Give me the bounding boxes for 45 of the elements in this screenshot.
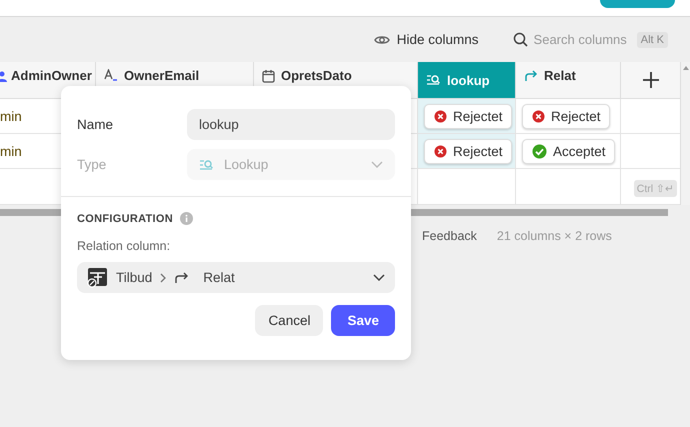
hide-columns-button[interactable]: Hide columns (368, 31, 485, 48)
user-icon (0, 70, 8, 82)
status-tag: Rejectet (424, 138, 512, 164)
check-circle-icon (532, 144, 547, 158)
add-column-button[interactable] (621, 62, 680, 99)
table-name: Tilbud (116, 270, 152, 285)
column-title: lookup (447, 72, 490, 88)
cross-circle-icon (434, 110, 447, 122)
header-button[interactable] (600, 0, 675, 8)
cross-circle-icon (532, 110, 545, 122)
field-label: Relation column: (76, 238, 172, 253)
eye-icon (374, 34, 390, 46)
column-name: Relat (203, 270, 236, 285)
shortcut-hint: Alt K (636, 32, 668, 48)
column-title: OpretsDato (281, 68, 352, 83)
save-button[interactable]: Save (331, 305, 395, 336)
chevron-down-icon (373, 274, 385, 281)
search-icon (512, 32, 528, 47)
table-summary: 21 columns × 2 rows (496, 229, 612, 243)
text-type-icon (104, 69, 118, 82)
lookup-icon (199, 158, 214, 170)
chevron-right-icon (160, 272, 166, 282)
status-tag: Rejectet (424, 104, 512, 128)
name-field[interactable]: lookup (187, 109, 395, 140)
scroll-up-icon[interactable] (682, 66, 688, 70)
relation-dropdown[interactable]: Tilbud Relat (77, 262, 395, 293)
cross-circle-icon (434, 144, 447, 158)
cancel-button[interactable]: Cancel (255, 305, 324, 336)
status-tag: Acceptet (522, 138, 615, 164)
column-header[interactable]: Relat (516, 62, 621, 99)
share-arrow-icon (524, 69, 538, 82)
chevron-down-icon (371, 161, 383, 168)
column-title: Relat (544, 68, 576, 83)
status-tag: Rejectet (522, 104, 610, 128)
share-arrow-icon (174, 271, 190, 284)
table-icon (87, 267, 108, 288)
plus-icon (642, 72, 658, 88)
feedback-link[interactable]: Feedback (422, 229, 477, 243)
section-title: CONFIGURATION (77, 212, 173, 224)
column-title: AdminOwner (11, 68, 92, 83)
info-icon (180, 212, 193, 225)
lookup-icon (426, 74, 441, 86)
column-title: OwnerEmail (124, 68, 200, 83)
shortcut-hint: Ctrl ⇧↵ (634, 180, 677, 197)
calendar-icon (262, 68, 275, 82)
